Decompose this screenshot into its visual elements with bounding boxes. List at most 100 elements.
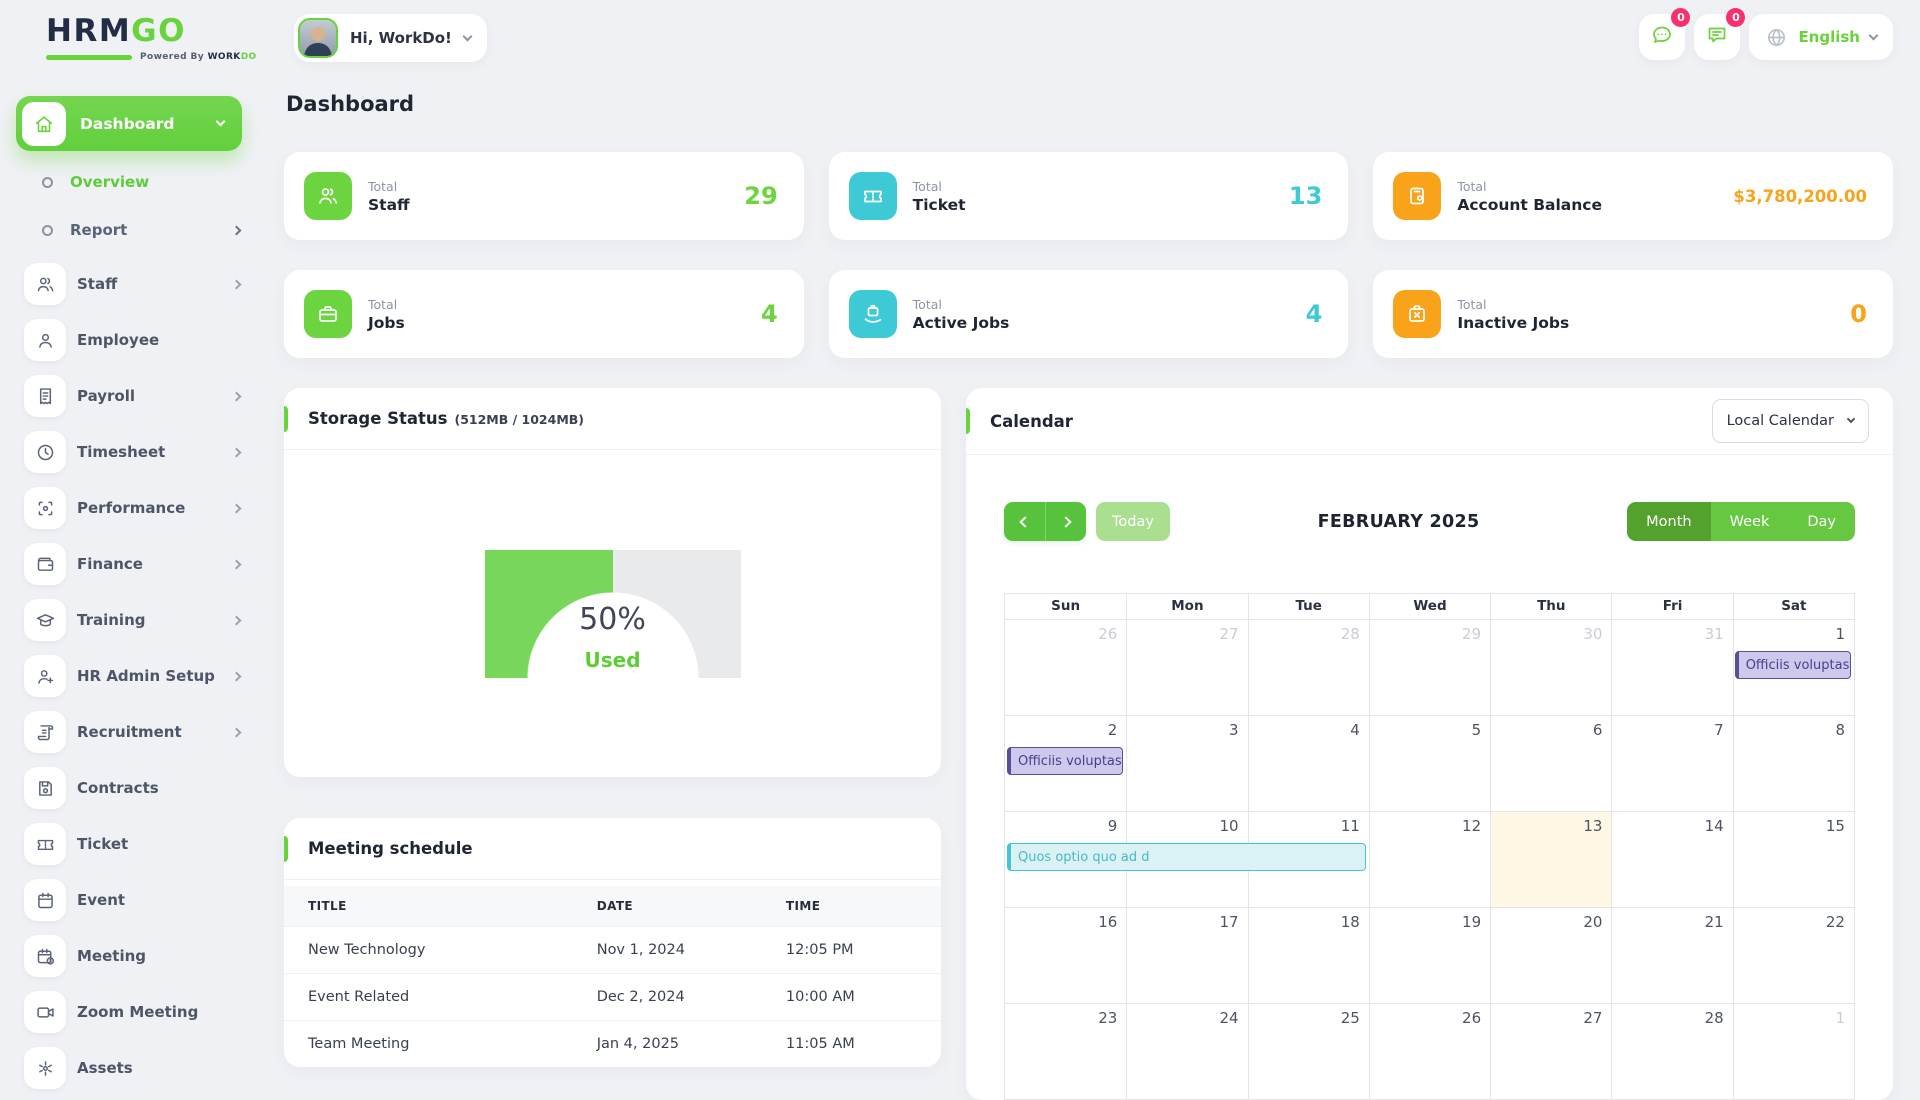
day-number: 28	[1705, 1009, 1724, 1027]
calendar-day-cell[interactable]: 18	[1248, 908, 1369, 1003]
sidebar-item-recruitment[interactable]: Recruitment	[24, 711, 240, 753]
calendar-view-week[interactable]: Week	[1711, 502, 1789, 541]
calendar-day-cell[interactable]: 23	[1005, 1004, 1126, 1099]
sidebar-item-label: Ticket	[77, 835, 128, 853]
sidebar-item-overview[interactable]: Overview	[42, 167, 240, 197]
asterisk-icon	[24, 1047, 66, 1089]
video-icon	[24, 991, 66, 1033]
calendar-view-day[interactable]: Day	[1788, 502, 1855, 541]
calendar-day-cell[interactable]: 15	[1733, 812, 1854, 907]
calendar-event[interactable]: Officiis voluptas	[1735, 651, 1851, 679]
stat-value: 0	[1840, 300, 1867, 328]
greeting-label: Hi, WorkDo!	[350, 29, 452, 47]
next-month-button[interactable]	[1045, 502, 1086, 541]
chevron-down-icon	[462, 31, 472, 41]
calendar-day-cell[interactable]: 17	[1126, 908, 1247, 1003]
sidebar-item-employee[interactable]: Employee	[24, 319, 240, 361]
meeting-row: Event RelatedDec 2, 202410:00 AM	[284, 973, 941, 1020]
calendar-day-cell[interactable]: 30	[1490, 620, 1611, 715]
calendar-day-cell[interactable]: 25	[1248, 1004, 1369, 1099]
calendar-day-cell[interactable]: 1	[1733, 1004, 1854, 1099]
chat-bubble-icon	[1650, 23, 1674, 51]
calendar-day-cell[interactable]: 7	[1611, 716, 1732, 811]
calendar-week-row: 16 17181920 21 22	[1005, 907, 1854, 1003]
day-number: 1	[1835, 625, 1845, 643]
sidebar-item-hr-admin-setup[interactable]: HR Admin Setup	[24, 655, 240, 697]
calendar-view-month[interactable]: Month	[1627, 502, 1710, 541]
language-label: English	[1798, 28, 1860, 46]
calendar-day-cell[interactable]: 22	[1733, 908, 1854, 1003]
calendar-day-cell[interactable]: 27	[1126, 620, 1247, 715]
day-header-tue: Tue	[1248, 594, 1369, 619]
sidebar-item-finance[interactable]: Finance	[24, 543, 240, 585]
sidebar-item-dashboard[interactable]: Dashboard	[16, 96, 242, 151]
messages-button[interactable]: 0	[1639, 14, 1685, 60]
calendar-day-cell[interactable]: 16	[1005, 908, 1126, 1003]
calendar-day-cell[interactable]: 20	[1490, 908, 1611, 1003]
calendar-day-cell[interactable]: 28	[1611, 1004, 1732, 1099]
calendar-clock-icon	[24, 935, 66, 977]
meeting-row: New TechnologyNov 1, 202412:05 PM	[284, 926, 941, 973]
notifications-button[interactable]: 0	[1694, 14, 1740, 60]
sidebar-item-staff[interactable]: Staff	[24, 263, 240, 305]
sidebar-item-payroll[interactable]: Payroll	[24, 375, 240, 417]
sidebar-item-training[interactable]: Training	[24, 599, 240, 641]
stat-value: 4	[751, 300, 778, 328]
target-icon	[24, 487, 66, 529]
calendar-grid: SunMonTueWedThuFriSat2627282930311Offici…	[1004, 593, 1855, 1100]
calendar-day-cell[interactable]: 21	[1611, 908, 1732, 1003]
calendar-day-cell[interactable]: 27	[1490, 1004, 1611, 1099]
calendar-day-cell[interactable]: 31	[1611, 620, 1732, 715]
day-number: 26	[1462, 1009, 1481, 1027]
stat-prefix: Total	[368, 297, 405, 312]
sidebar-item-event[interactable]: Event	[24, 879, 240, 921]
prev-month-button[interactable]	[1004, 502, 1045, 541]
sidebar-item-zoom-meeting[interactable]: Zoom Meeting	[24, 991, 240, 1033]
calendar-week-row: 2345678Officiis voluptas c	[1005, 715, 1854, 811]
calendar-day-cell[interactable]: 8	[1733, 716, 1854, 811]
day-number: 23	[1098, 1009, 1117, 1027]
sidebar-item-ticket[interactable]: Ticket	[24, 823, 240, 865]
meeting-table-header: TITLEDATETIME	[284, 886, 941, 926]
calendar-source-select[interactable]: Local Calendar	[1712, 399, 1869, 443]
language-selector[interactable]: English	[1749, 14, 1893, 60]
calendar-day-cell[interactable]: 13	[1490, 812, 1611, 907]
calendar-day-cell[interactable]: 4	[1248, 716, 1369, 811]
day-number: 16	[1098, 913, 1117, 931]
calendar-day-cell[interactable]: 5	[1369, 716, 1490, 811]
storage-gauge-area: 50% Used	[284, 450, 941, 777]
calendar-day-cell[interactable]: 24	[1126, 1004, 1247, 1099]
sidebar-item-performance[interactable]: Performance	[24, 487, 240, 529]
briefcase-hand-icon	[849, 290, 897, 338]
day-number: 21	[1705, 913, 1724, 931]
sidebar-item-timesheet[interactable]: Timesheet	[24, 431, 240, 473]
calendar-day-cell[interactable]: 26	[1369, 1004, 1490, 1099]
calendar-day-cell[interactable]: 6	[1490, 716, 1611, 811]
user-menu[interactable]: Hi, WorkDo!	[294, 14, 487, 62]
meeting-time: 10:00 AM	[786, 974, 941, 1020]
calendar-event[interactable]: Quos optio quo ad d	[1007, 843, 1366, 871]
sidebar-item-report[interactable]: Report	[42, 215, 240, 245]
save-icon	[24, 767, 66, 809]
calendar-day-cell[interactable]: 28	[1248, 620, 1369, 715]
chevron-right-icon	[232, 503, 242, 513]
calendar-day-cell[interactable]: 19	[1369, 908, 1490, 1003]
calendar-day-cell[interactable]: 3	[1126, 716, 1247, 811]
page-title: Dashboard	[286, 92, 1893, 116]
today-button[interactable]: Today	[1096, 502, 1170, 541]
stat-card-ticket: TotalTicket13	[829, 152, 1349, 240]
bullet-circle-icon	[42, 225, 53, 236]
sidebar-item-assets[interactable]: Assets	[24, 1047, 240, 1089]
sidebar-item-meeting[interactable]: Meeting	[24, 935, 240, 977]
calendar-day-cell[interactable]: 14	[1611, 812, 1732, 907]
calendar-event[interactable]: Officiis voluptas c	[1007, 747, 1123, 775]
calendar-day-cell[interactable]: 29	[1369, 620, 1490, 715]
calendar-day-cell[interactable]: 26	[1005, 620, 1126, 715]
users-icon	[304, 172, 352, 220]
calendar-card-header: Calendar Local Calendar	[966, 388, 1893, 455]
calendar-day-cell[interactable]: 12	[1369, 812, 1490, 907]
dashboard-columns: Storage Status (512MB / 1024MB) 50% Used…	[284, 388, 1893, 1100]
day-number: 31	[1705, 625, 1724, 643]
sidebar-item-contracts[interactable]: Contracts	[24, 767, 240, 809]
chevron-right-icon	[232, 391, 242, 401]
